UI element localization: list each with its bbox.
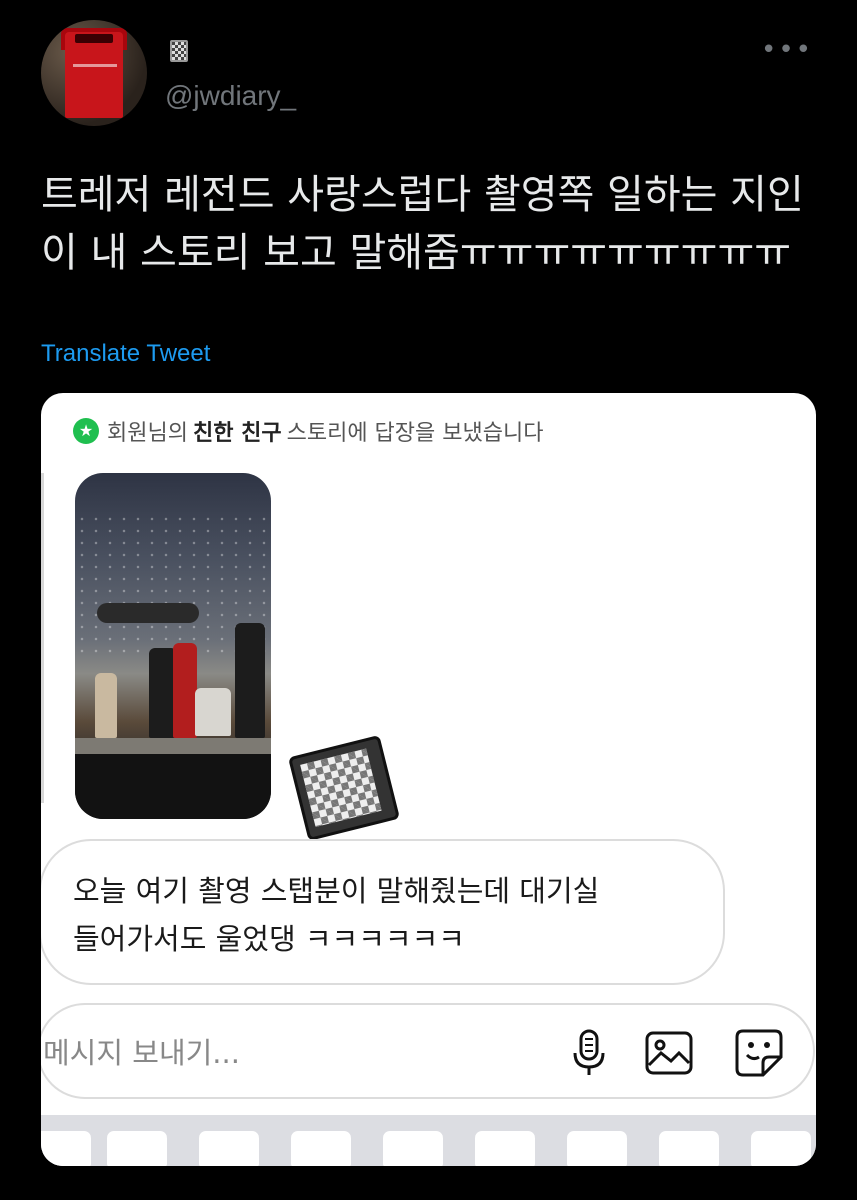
tweet-text: 트레저 레전드 사랑스럽다 촬영쪽 일하는 지인 이 내 스토리 보고 말해줌ㅠ… bbox=[41, 166, 821, 282]
keyboard bbox=[41, 1115, 816, 1166]
story-thumbnail[interactable] bbox=[75, 473, 271, 819]
keyboard-key[interactable] bbox=[475, 1131, 535, 1166]
star-icon: ★ bbox=[73, 418, 99, 444]
header-close-friends: 친한 친구 bbox=[192, 421, 282, 446]
message-input[interactable] bbox=[43, 1029, 543, 1077]
performer bbox=[195, 688, 231, 736]
performer bbox=[235, 623, 265, 738]
avatar-bin-body bbox=[65, 32, 123, 118]
header-suffix: 스토리에 답장을 보냈습니다 bbox=[286, 421, 544, 446]
message-line: 들어가서도 울었댕 ㅋㅋㅋㅋㅋㅋ bbox=[73, 922, 465, 956]
author-avatar[interactable] bbox=[41, 20, 147, 126]
keyboard-key[interactable] bbox=[291, 1131, 351, 1166]
keyboard-key[interactable] bbox=[567, 1131, 627, 1166]
keyboard-key[interactable] bbox=[41, 1131, 91, 1166]
message-line: 오늘 여기 촬영 스탭분이 말해줬는데 대기실 bbox=[73, 874, 600, 908]
notebook-sticker bbox=[287, 734, 401, 842]
translate-tweet-link[interactable]: Translate Tweet bbox=[41, 340, 210, 368]
sticker-icon[interactable] bbox=[733, 1027, 785, 1079]
keyboard-key[interactable] bbox=[199, 1131, 259, 1166]
tweet-text-line: 트레저 레전드 사랑스럽다 촬영쪽 일하는 지인 bbox=[41, 172, 804, 218]
avatar-bin-slot bbox=[75, 34, 113, 43]
mic-icon[interactable] bbox=[563, 1027, 615, 1079]
keyboard-key[interactable] bbox=[751, 1131, 811, 1166]
keyboard-key[interactable] bbox=[659, 1131, 719, 1166]
story-reply-header: ★ 회원님의 친한 친구 스토리에 답장을 보냈습니다 bbox=[73, 413, 543, 449]
author-handle[interactable]: @jwdiary_ bbox=[165, 80, 296, 112]
tweet-text-line: 이 내 스토리 보고 말해줌ㅠㅠㅠㅠㅠㅠㅠㅠㅠ bbox=[41, 230, 792, 276]
attached-screenshot[interactable]: ★ 회원님의 친한 친구 스토리에 답장을 보냈습니다 오늘 여기 촬영 스탭분… bbox=[41, 393, 816, 1166]
stage-floor bbox=[75, 738, 271, 754]
image-icon[interactable] bbox=[643, 1027, 695, 1079]
message-bubble: 오늘 여기 촬영 스탭분이 말해줬는데 대기실 들어가서도 울었댕 ㅋㅋㅋㅋㅋㅋ bbox=[41, 839, 725, 985]
audience bbox=[75, 754, 271, 819]
notebook-icon bbox=[170, 40, 188, 62]
keyboard-key[interactable] bbox=[383, 1131, 443, 1166]
avatar-bin-label bbox=[73, 64, 117, 67]
keyboard-key[interactable] bbox=[107, 1131, 167, 1166]
message-composer[interactable] bbox=[41, 1003, 815, 1099]
quote-bar bbox=[41, 473, 44, 803]
redacted-caption bbox=[97, 603, 199, 623]
performer bbox=[173, 643, 197, 738]
performer bbox=[95, 673, 117, 738]
header-prefix: 회원님의 bbox=[107, 421, 188, 446]
more-dots-icon[interactable]: ••• bbox=[761, 37, 813, 63]
